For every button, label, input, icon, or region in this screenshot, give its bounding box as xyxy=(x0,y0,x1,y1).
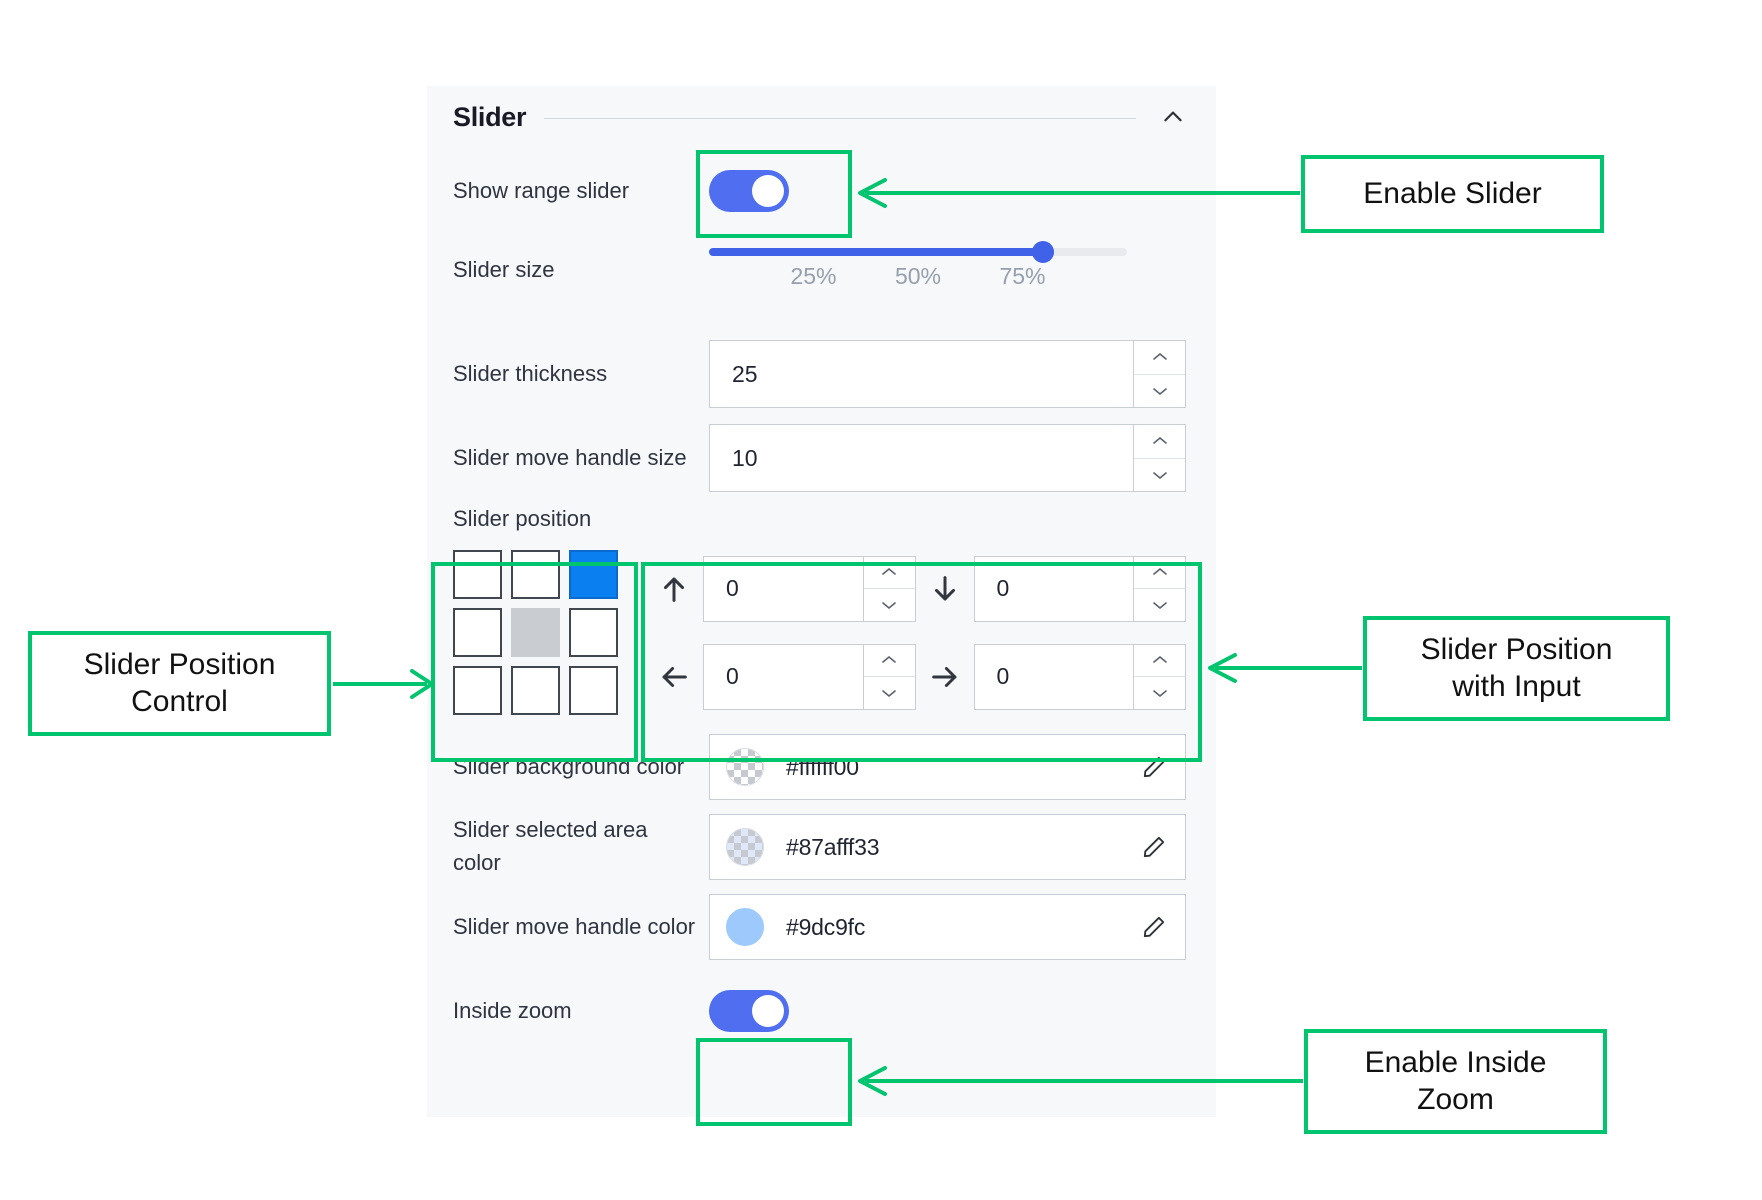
callout-slider-position-control: Slider Position Control xyxy=(28,631,331,736)
callout-text: Slider Position Control xyxy=(83,647,276,718)
callout-text: Enable Inside Zoom xyxy=(1364,1045,1547,1116)
screenshot-root: Slider Show range slider Slider size 25%… xyxy=(0,0,1762,1200)
callout-slider-position-with-input: Slider Position with Input xyxy=(1363,616,1670,721)
callout-enable-slider: Enable Slider xyxy=(1301,155,1604,233)
callout-enable-inside-zoom: Enable Inside Zoom xyxy=(1304,1029,1607,1134)
callout-text: Slider Position with Input xyxy=(1420,632,1613,703)
callout-text: Enable Slider xyxy=(1363,176,1542,210)
